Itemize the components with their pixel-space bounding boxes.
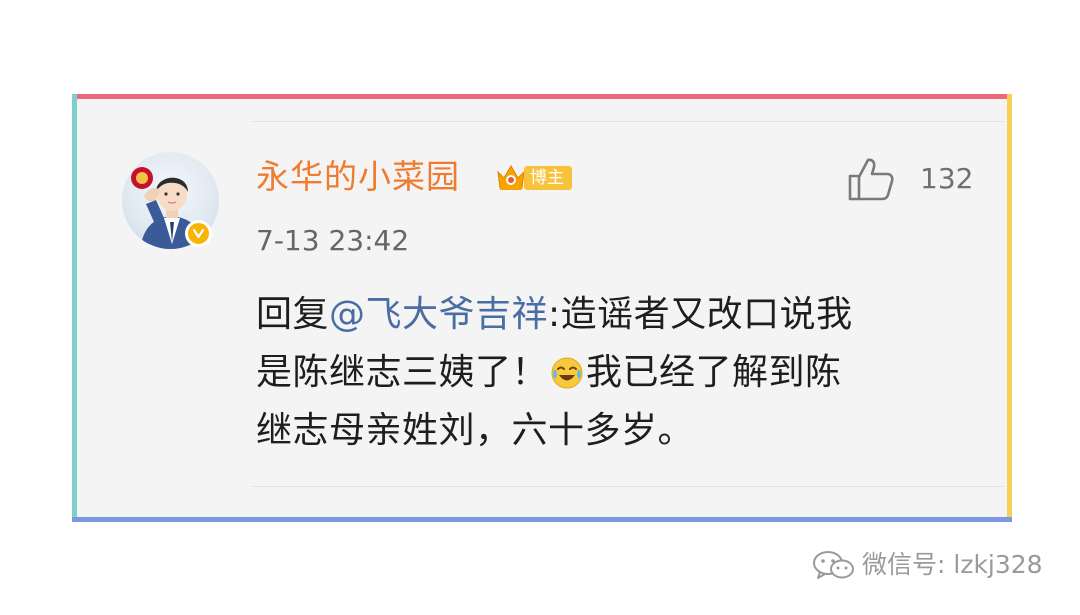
watermark-text: 微信号: lzkj328 bbox=[862, 550, 1043, 579]
frame-left-border bbox=[72, 94, 77, 522]
thumbs-up-icon[interactable] bbox=[847, 156, 895, 202]
crown-icon bbox=[497, 165, 525, 190]
frame-bottom-border bbox=[72, 517, 1012, 522]
comment-line-1-text: :造谣者又改口说我 bbox=[548, 294, 853, 335]
comment-line-3: 继志母亲姓刘，六十多岁。 bbox=[256, 402, 956, 460]
reply-prefix: 回复 bbox=[256, 294, 330, 335]
comment-line-3-text: 继志母亲姓刘，六十多岁。 bbox=[256, 410, 695, 451]
comment-line-2: 是陈继志三姨了！ 我已经了解到陈 bbox=[256, 344, 956, 402]
timestamp: 7-13 23:42 bbox=[256, 224, 410, 257]
like-count: 132 bbox=[920, 162, 974, 195]
comment-card: 永华的小菜园 博主 7-13 23:42 132 回复@飞大爷吉祥:造谣者又改口… bbox=[72, 94, 1012, 522]
comment-line-1: 回复@飞大爷吉祥:造谣者又改口说我 bbox=[256, 286, 956, 344]
comment-text: 回复@飞大爷吉祥:造谣者又改口说我 是陈继志三姨了！ 我已经了解到陈 继志母亲姓… bbox=[256, 286, 956, 460]
divider-bottom bbox=[252, 486, 1004, 487]
frame-top-border bbox=[72, 94, 1012, 99]
comment-line-2-text-a: 是陈继志三姨了！ bbox=[256, 352, 549, 393]
blogger-badge: 博主 bbox=[494, 160, 578, 194]
verified-icon bbox=[185, 220, 212, 247]
divider-top bbox=[252, 121, 1004, 122]
mention-link[interactable]: @飞大爷吉祥 bbox=[329, 294, 548, 335]
comment-line-2-text-b: 我已经了解到陈 bbox=[586, 352, 842, 393]
laugh-cry-emoji-icon bbox=[551, 357, 583, 389]
frame-right-border bbox=[1007, 94, 1012, 522]
username[interactable]: 永华的小菜园 bbox=[256, 157, 460, 197]
wechat-icon bbox=[813, 551, 854, 579]
badge-label: 博主 bbox=[524, 166, 572, 190]
